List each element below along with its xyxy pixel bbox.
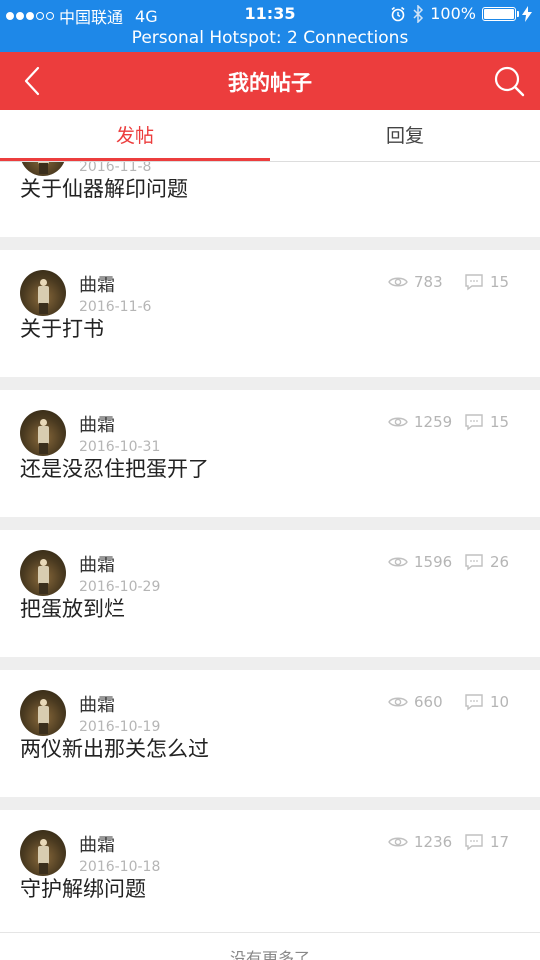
reply-count: 26 (464, 553, 509, 571)
eye-icon (388, 277, 408, 287)
avatar[interactable] (20, 830, 66, 876)
reply-count-value: 15 (490, 413, 510, 431)
comment-icon (465, 554, 483, 571)
list-item[interactable]: 曲霜 2016-11-6 783 15 关于打书 (0, 250, 540, 377)
post-title[interactable]: 关于打书 (20, 313, 104, 343)
post-title[interactable]: 把蛋放到烂 (20, 593, 125, 623)
post-title[interactable]: 还是没忍住把蛋开了 (20, 453, 209, 483)
search-button[interactable] (492, 64, 526, 98)
reply-count: 10 (464, 693, 509, 711)
view-count-value: 1259 (414, 413, 453, 431)
reply-count: 17 (464, 833, 509, 851)
search-icon (494, 66, 525, 97)
page-title: 我的帖子 (228, 71, 312, 95)
view-count-value: 783 (414, 273, 443, 291)
list-item[interactable]: 2016-11-8 关于仙器解印问题 (0, 162, 540, 237)
list-item[interactable]: 曲霜 2016-10-29 1596 26 把蛋放到烂 (0, 530, 540, 657)
battery-percent: 100% (430, 4, 476, 23)
view-count: 783 (388, 273, 443, 291)
no-more-label: 没有更多了 (229, 949, 310, 960)
author-name: 曲霜 (79, 275, 115, 296)
author-name: 曲霜 (79, 695, 115, 716)
reply-count: 15 (464, 273, 509, 291)
author-name: 曲霜 (79, 555, 115, 576)
nav-bar: 我的帖子 (0, 52, 540, 110)
avatar[interactable] (20, 270, 66, 316)
view-count: 660 (388, 693, 443, 711)
author-name: 曲霜 (79, 835, 115, 856)
tab-posts[interactable]: 发帖 (0, 110, 270, 162)
view-count: 1596 (388, 553, 452, 571)
post-title[interactable]: 两仪新出那关怎么过 (20, 733, 209, 763)
battery-icon (482, 6, 519, 21)
view-count: 1259 (388, 413, 452, 431)
hotspot-banner[interactable]: Personal Hotspot: 2 Connections (0, 28, 540, 48)
view-count-value: 1236 (414, 833, 453, 851)
comment-icon (465, 274, 483, 291)
eye-icon (388, 697, 408, 707)
charging-icon (522, 5, 532, 22)
post-title[interactable]: 关于仙器解印问题 (20, 173, 188, 203)
avatar[interactable] (20, 690, 66, 736)
bluetooth-icon (413, 4, 424, 23)
comment-icon (465, 834, 483, 851)
post-list[interactable]: 2016-11-8 关于仙器解印问题 曲霜 2016-11-6 783 15 关… (0, 162, 540, 960)
active-tab-indicator (0, 158, 270, 161)
tab-replies[interactable]: 回复 (270, 110, 540, 162)
eye-icon (388, 417, 408, 427)
view-count-value: 1596 (414, 553, 453, 571)
comment-icon (465, 414, 483, 431)
view-count: 1236 (388, 833, 452, 851)
list-item[interactable]: 曲霜 2016-10-19 660 10 两仪新出那关怎么过 (0, 670, 540, 797)
tab-bar: 发帖 回复 (0, 110, 540, 162)
eye-icon (388, 557, 408, 567)
reply-count-value: 15 (490, 273, 510, 291)
reply-count-value: 26 (490, 553, 510, 571)
post-title[interactable]: 守护解绑问题 (20, 873, 146, 903)
avatar[interactable] (20, 410, 66, 456)
status-bar: 中国联通 4G 11:35 100% Personal Hotspot: 2 C… (0, 0, 540, 52)
list-item[interactable]: 曲霜 2016-10-18 1236 17 守护解绑问题 (0, 810, 540, 937)
reply-count-value: 10 (490, 693, 510, 711)
list-footer: 没有更多了 (0, 932, 540, 960)
author-name: 曲霜 (79, 415, 115, 436)
reply-count: 15 (464, 413, 509, 431)
avatar[interactable] (20, 550, 66, 596)
alarm-icon (391, 6, 405, 21)
view-count-value: 660 (414, 693, 443, 711)
eye-icon (388, 837, 408, 847)
comment-icon (465, 694, 483, 711)
reply-count-value: 17 (490, 833, 510, 851)
list-item[interactable]: 曲霜 2016-10-31 1259 15 还是没忍住把蛋开了 (0, 390, 540, 517)
